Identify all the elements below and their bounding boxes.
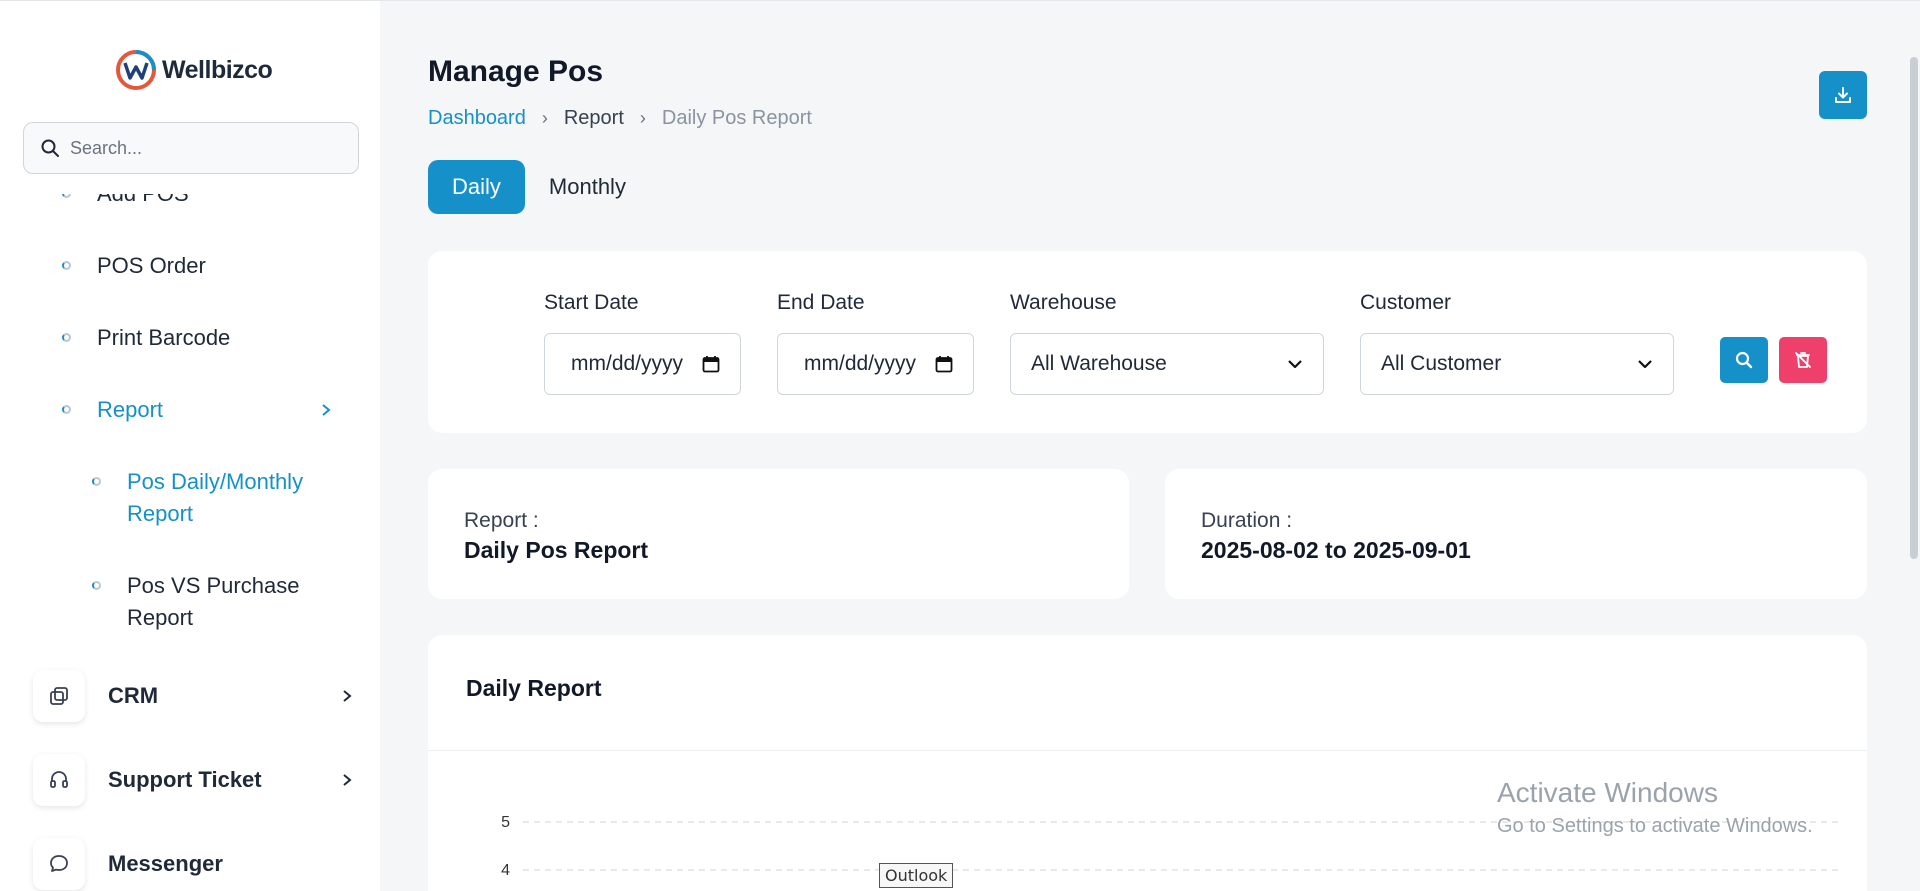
- warehouse-select[interactable]: All Warehouse: [1010, 333, 1324, 395]
- sidebar-item-pos-daily-monthly-report[interactable]: Pos Daily/Monthly Report: [92, 466, 332, 530]
- sidebar-item-label: Pos Daily/Monthly Report: [127, 469, 304, 526]
- clear-filter-icon: [1795, 352, 1811, 368]
- chevron-right-icon: ›: [541, 108, 548, 128]
- bullet-icon: [62, 261, 71, 270]
- breadcrumb-current: Daily Pos Report: [661, 107, 812, 129]
- main-content: Manage Pos Dashboard › Report › Daily Po…: [380, 1, 1920, 891]
- end-date-input[interactable]: mm/dd/yyyy: [777, 333, 974, 395]
- end-date-field: End Date mm/dd/yyyy: [777, 291, 974, 395]
- headset-icon: [33, 754, 85, 806]
- start-date-field: Start Date mm/dd/yyyy: [544, 291, 741, 395]
- clear-filter-button[interactable]: [1779, 337, 1827, 383]
- end-date-placeholder: mm/dd/yyyy: [804, 352, 917, 375]
- calendar-icon[interactable]: [935, 355, 953, 373]
- duration-label: Duration :: [1201, 509, 1293, 532]
- duration-value: 2025-08-02 to 2025-09-01: [1201, 537, 1471, 563]
- search-input[interactable]: [70, 137, 350, 159]
- bullet-icon: [62, 194, 71, 198]
- chevron-right-icon: [343, 774, 352, 786]
- bullet-icon: [62, 333, 71, 342]
- brand-name: Wellbizco: [162, 55, 273, 84]
- windows-activation-watermark: Activate Windows Go to Settings to activ…: [1497, 777, 1813, 838]
- chevron-right-icon: [343, 690, 352, 702]
- sidebar-item-label: Pos VS Purchase Report: [127, 573, 300, 630]
- sidebar-item-support-ticket[interactable]: Support Ticket: [33, 754, 353, 806]
- warehouse-field: Warehouse All Warehouse: [1010, 291, 1324, 395]
- bullet-icon: [92, 477, 101, 486]
- customer-label: Customer: [1360, 291, 1452, 314]
- customer-field: Customer All Customer: [1360, 291, 1674, 395]
- chat-bubble-icon: [33, 838, 85, 890]
- bullet-icon: [62, 405, 71, 414]
- sidebar-search: [23, 122, 359, 174]
- warehouse-label: Warehouse: [1010, 291, 1117, 314]
- crm-icon: [33, 670, 85, 722]
- sidebar-item-label: Support Ticket: [108, 767, 262, 792]
- report-value: Daily Pos Report: [464, 537, 649, 563]
- calendar-icon[interactable]: [702, 355, 720, 373]
- y-tick-label: 5: [501, 814, 510, 831]
- watermark-line-1: Activate Windows: [1497, 777, 1718, 808]
- customer-selected-value: All Customer: [1381, 352, 1502, 375]
- download-icon: [1835, 87, 1851, 103]
- tab-monthly[interactable]: Monthly: [525, 160, 650, 214]
- sidebar-item-label: Report: [97, 397, 164, 422]
- chevron-right-icon: ›: [639, 108, 646, 128]
- filter-card: Start Date mm/dd/yyyy End Date mm/dd/yyy…: [428, 251, 1867, 433]
- search-button[interactable]: [1720, 337, 1768, 383]
- sidebar-item-print-barcode[interactable]: Print Barcode: [62, 322, 230, 354]
- report-info-card: Report : Daily Pos Report: [428, 469, 1129, 599]
- search-icon: [41, 139, 59, 157]
- sidebar-item-add-pos[interactable]: Add POS: [62, 181, 189, 210]
- start-date-placeholder: mm/dd/yyyy: [571, 352, 684, 375]
- page-scrollbar[interactable]: [1910, 57, 1918, 559]
- sidebar-item-label: POS Order: [97, 253, 206, 278]
- brand-logo[interactable]: Wellbizco: [116, 50, 273, 90]
- customer-select[interactable]: All Customer: [1360, 333, 1674, 395]
- sidebar-item-label: Messenger: [108, 851, 223, 876]
- duration-info-card: Duration : 2025-08-02 to 2025-09-01: [1165, 469, 1867, 599]
- bullet-icon: [92, 581, 101, 590]
- sidebar-item-label: Print Barcode: [97, 325, 231, 350]
- sidebar-item-label: CRM: [108, 683, 159, 708]
- start-date-input[interactable]: mm/dd/yyyy: [544, 333, 741, 395]
- tab-daily[interactable]: Daily: [428, 160, 525, 214]
- watermark-line-2: Go to Settings to activate Windows.: [1497, 815, 1813, 837]
- report-card-title: Daily Report: [466, 675, 602, 701]
- breadcrumb-report: Report: [563, 107, 624, 129]
- end-date-label: End Date: [777, 291, 865, 314]
- page-title: Manage Pos: [428, 55, 604, 88]
- y-tick-label: 4: [501, 862, 510, 879]
- sidebar-item-pos-vs-purchase-report[interactable]: Pos VS Purchase Report: [92, 570, 332, 634]
- breadcrumb-dashboard-link[interactable]: Dashboard: [428, 107, 526, 130]
- sidebar-item-pos-order[interactable]: POS Order: [62, 250, 206, 282]
- breadcrumb: Dashboard › Report › Daily Pos Report: [428, 107, 812, 130]
- sidebar: Wellbizco Add POS POS Order Print Barcod…: [0, 1, 380, 891]
- report-label: Report :: [464, 509, 539, 532]
- sidebar-item-report[interactable]: Report: [62, 394, 332, 426]
- report-period-tabs: Daily Monthly: [428, 160, 650, 214]
- search-icon: [1735, 351, 1753, 369]
- sidebar-item-crm[interactable]: CRM: [33, 670, 353, 722]
- sidebar-item-messenger[interactable]: Messenger: [33, 838, 353, 890]
- wellbizco-logo-icon: [116, 50, 156, 90]
- sidebar-item-label: Add POS: [97, 181, 189, 206]
- chevron-right-icon: [322, 404, 331, 416]
- warehouse-selected-value: All Warehouse: [1031, 352, 1167, 375]
- chevron-down-icon: [1638, 360, 1652, 369]
- chevron-down-icon: [1288, 360, 1302, 369]
- taskbar-tooltip: Outlook: [879, 863, 954, 888]
- start-date-label: Start Date: [544, 291, 639, 314]
- daily-report-card: Daily Report 5 4: [428, 635, 1867, 891]
- download-button[interactable]: [1819, 71, 1867, 119]
